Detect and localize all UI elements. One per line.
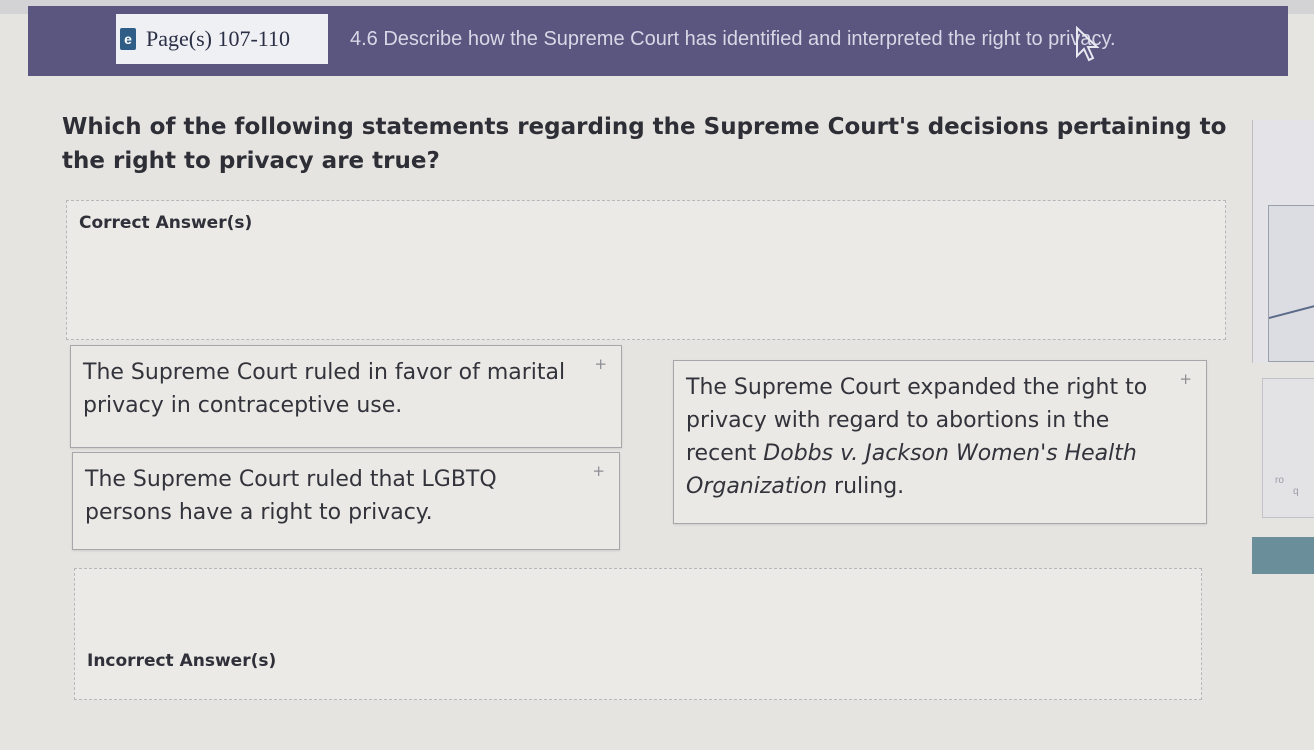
incorrect-answers-dropzone[interactable]: Incorrect Answer(s) [74,568,1202,700]
question-prompt: Which of the following statements regard… [62,114,1227,174]
answer-card-lgbtq-privacy[interactable]: The Supreme Court ruled that LGBTQ perso… [72,452,620,550]
objective-header: e Page(s) 107-110 4.6 Describe how the S… [28,6,1288,76]
drag-handle-icon[interactable]: + [594,348,607,381]
correct-answers-label: Correct Answer(s) [79,213,253,233]
incorrect-answers-label: Incorrect Answer(s) [87,651,277,671]
mouse-cursor-icon [1076,26,1100,62]
page-reference-label: Page(s) 107-110 [146,26,290,51]
learning-objective: 4.6 Describe how the Supreme Court has i… [350,28,1116,50]
side-fragment-1: ro [1275,475,1284,486]
drag-handle-icon[interactable]: + [592,455,605,488]
correct-answers-dropzone[interactable]: Correct Answer(s) [66,200,1226,340]
answer-card-text-end: ruling. [827,474,905,499]
answer-card-text: The Supreme Court ruled in favor of mari… [83,360,566,418]
answer-card-dobbs-ruling[interactable]: The Supreme Court expanded the right to … [673,360,1207,524]
side-action-button[interactable] [1252,537,1314,574]
page-reference-tab[interactable]: e Page(s) 107-110 [116,14,328,64]
side-fragment-2: q [1293,486,1299,497]
answer-card-text: The Supreme Court ruled that LGBTQ perso… [85,467,497,525]
book-icon: e [120,28,136,50]
drag-handle-icon[interactable]: + [1179,363,1192,396]
side-panel-box [1268,205,1314,362]
side-panel-mid: ro q [1262,378,1314,518]
answer-card-marital-privacy[interactable]: The Supreme Court ruled in favor of mari… [70,345,622,448]
side-panel-line [1268,305,1314,319]
